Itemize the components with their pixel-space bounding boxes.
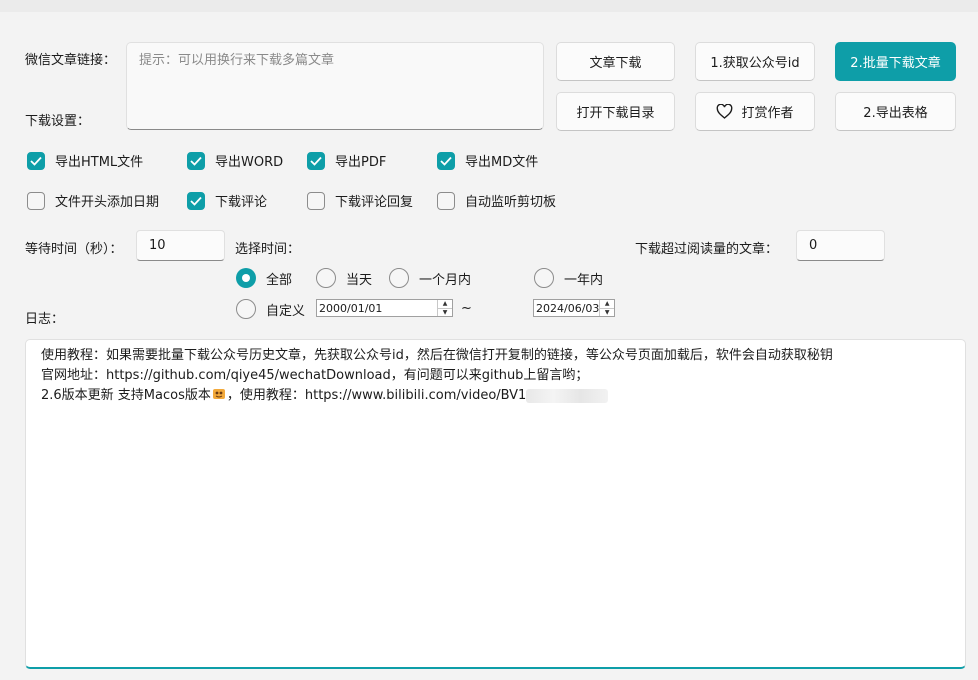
url-input[interactable]: 提示：可以用换行来下载多篇文章 — [126, 42, 544, 130]
checkbox-export-word[interactable]: 导出WORD — [187, 151, 283, 170]
checkbox-box — [27, 191, 45, 210]
radio-selected-icon — [236, 268, 256, 288]
get-account-id-button[interactable]: 1.获取公众号id — [695, 42, 815, 81]
radio-label: 当天 — [346, 272, 373, 288]
checkbox-label: 文件开头添加日期 — [55, 195, 160, 210]
radio-label: 全部 — [266, 272, 293, 288]
spin-up-icon[interactable]: ▲ — [438, 300, 452, 308]
wait-time-label: 等待时间（秒）： — [25, 242, 123, 257]
date-to-picker[interactable]: 2024/06/03 ▲ ▼ — [533, 299, 615, 317]
open-download-dir-button[interactable]: 打开下载目录 — [556, 92, 675, 131]
export-table-button[interactable]: 2.导出表格 — [835, 92, 956, 131]
log-line-text: ，使用教程：https://www.bilibili.com/video/BV1 — [226, 388, 527, 403]
checkbox-label: 下载评论回复 — [335, 195, 414, 210]
checkbox-download-comments[interactable]: 下载评论 — [187, 191, 267, 210]
radio-all[interactable]: 全部 — [236, 268, 292, 288]
checkbox-box — [307, 191, 325, 210]
date-from-picker[interactable]: 2000/01/01 ▲ ▼ — [316, 299, 453, 317]
wait-time-input[interactable]: 10 — [136, 230, 225, 261]
checkbox-label: 导出PDF — [335, 155, 387, 170]
tip-author-button[interactable]: 打赏作者 — [695, 92, 815, 131]
log-line-text: 2.6版本更新 支持Macos版本 — [41, 388, 211, 403]
redacted-region — [526, 388, 609, 403]
log-line: 2.6版本更新 支持Macos版本 ，使用教程：https://www.bilib… — [41, 386, 950, 406]
radio-custom[interactable]: 自定义 — [236, 299, 305, 319]
min-reads-input[interactable]: 0 — [796, 230, 885, 261]
radio-within-month[interactable]: 一个月内 — [389, 268, 471, 288]
spin-up-icon[interactable]: ▲ — [600, 300, 614, 308]
checkbox-watch-clipboard[interactable]: 自动监听剪切板 — [437, 191, 556, 210]
radio-circle — [236, 299, 256, 319]
heart-icon — [716, 104, 733, 119]
url-input-placeholder: 提示：可以用换行来下载多篇文章 — [139, 53, 335, 68]
radio-circle — [534, 268, 554, 288]
radio-label: 自定义 — [266, 303, 306, 319]
check-icon — [187, 191, 205, 210]
checkbox-export-html[interactable]: 导出HTML文件 — [27, 151, 143, 170]
radio-circle — [316, 268, 336, 288]
wait-time-value: 10 — [149, 238, 166, 253]
radio-label: 一年内 — [564, 272, 604, 288]
checkbox-add-date-prefix[interactable]: 文件开头添加日期 — [27, 191, 159, 210]
min-reads-value: 0 — [809, 238, 818, 253]
checkbox-label: 下载评论 — [215, 195, 268, 210]
spin-down-icon[interactable]: ▼ — [438, 307, 452, 317]
spin-down-icon[interactable]: ▼ — [600, 307, 614, 317]
min-reads-label: 下载超过阅读量的文章： — [635, 242, 779, 257]
radio-circle — [389, 268, 409, 288]
date-range-separator: ~ — [461, 301, 472, 316]
check-icon — [187, 151, 205, 170]
batch-download-button[interactable]: 2.批量下载文章 — [835, 42, 956, 81]
select-time-label: 选择时间： — [235, 242, 301, 257]
url-label: 微信文章链接： — [25, 53, 117, 68]
checkbox-box — [437, 191, 455, 210]
date-from-spinner[interactable]: ▲ ▼ — [437, 300, 452, 316]
log-line: 使用教程：如果需要批量下载公众号历史文章，先获取公众号id，然后在微信打开复制的… — [41, 348, 833, 363]
checkbox-label: 导出WORD — [215, 155, 284, 170]
article-download-button[interactable]: 文章下载 — [556, 42, 675, 81]
emoji-icon — [212, 387, 226, 401]
checkbox-export-md[interactable]: 导出MD文件 — [437, 151, 538, 170]
checkbox-label: 导出MD文件 — [465, 155, 539, 170]
log-textarea[interactable]: 使用教程：如果需要批量下载公众号历史文章，先获取公众号id，然后在微信打开复制的… — [25, 339, 966, 669]
checkbox-label: 导出HTML文件 — [55, 155, 144, 170]
checkbox-download-comment-replies[interactable]: 下载评论回复 — [307, 191, 413, 210]
radio-today[interactable]: 当天 — [316, 268, 372, 288]
check-icon — [27, 151, 45, 170]
download-settings-label: 下载设置： — [25, 114, 91, 129]
radio-within-year[interactable]: 一年内 — [534, 268, 603, 288]
checkbox-label: 自动监听剪切板 — [465, 195, 557, 210]
date-from-value: 2000/01/01 — [319, 301, 383, 315]
log-label: 日志： — [25, 312, 65, 327]
checkbox-export-pdf[interactable]: 导出PDF — [307, 151, 386, 170]
check-icon — [437, 151, 455, 170]
date-to-value: 2024/06/03 — [536, 301, 600, 315]
date-to-spinner[interactable]: ▲ ▼ — [599, 300, 614, 316]
log-line: 官网地址：https://github.com/qiye45/wechatDow… — [41, 368, 589, 383]
radio-label: 一个月内 — [419, 272, 472, 288]
title-bar — [0, 0, 978, 12]
check-icon — [307, 151, 325, 170]
tip-author-label: 打赏作者 — [741, 106, 794, 121]
